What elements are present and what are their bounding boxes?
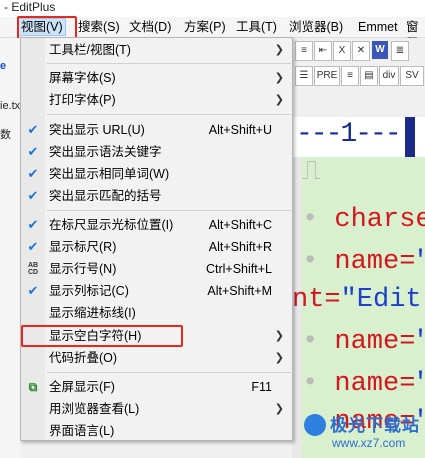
menu-separator — [47, 372, 291, 373]
toolbar-button[interactable]: ≣ — [391, 41, 409, 61]
watermark-name: 极光下载站 — [330, 416, 420, 435]
menu-item-ui-language[interactable]: 界面语言(L) — [21, 420, 292, 442]
toolbar-button[interactable]: ≡ — [341, 66, 359, 86]
checkmark-icon: ✔ — [27, 188, 39, 203]
toolbar-button[interactable]: ▤ — [360, 66, 378, 86]
toolbar-button[interactable]: ☰ — [295, 66, 313, 86]
menu-item-print-font[interactable]: 打印字体(P) ❯ — [21, 89, 292, 111]
menu-search[interactable]: 搜索(S) — [76, 19, 122, 35]
menu-item-toolbar-view[interactable]: 工具栏/视图(T) ❯ — [21, 39, 292, 61]
checkmark-icon: ✔ — [27, 283, 39, 298]
submenu-arrow-icon: ❯ — [274, 330, 284, 342]
checkmark-icon: ✔ — [27, 239, 39, 254]
toolbar-button-pre[interactable]: PRE — [314, 66, 340, 86]
menu-project[interactable]: 方案(P) — [182, 19, 228, 35]
code-line: nt="Edit — [292, 285, 422, 315]
menu-item-highlight-brackets[interactable]: ✔ 突出显示匹配的括号 — [21, 185, 292, 207]
menu-item-fullscreen[interactable]: ⧉ 全屏显示(F) F11 — [21, 376, 292, 398]
toolbar-button[interactable]: ≡ — [295, 41, 313, 61]
menu-separator — [47, 210, 291, 211]
left-panel-label: 数 — [0, 129, 11, 141]
left-panel: e ie.txt 数 — [0, 38, 23, 458]
code-line: • name="c — [302, 247, 425, 277]
menu-item-show-ruler[interactable]: ✔ 显示标尺(R) Alt+Shift+R — [21, 236, 292, 258]
window-title: - EditPlus — [4, 0, 56, 14]
toolbar-button[interactable]: W — [372, 41, 388, 59]
checkmark-icon: ✔ — [27, 166, 39, 181]
left-panel-item[interactable]: e — [0, 60, 6, 72]
checkmark-icon: ✔ — [27, 217, 39, 232]
menu-item-highlight-words[interactable]: ✔ 突出显示相同单词(W) — [21, 163, 292, 185]
watermark: 极光下载站 www.xz7.com — [300, 408, 425, 458]
submenu-arrow-icon: ❯ — [274, 352, 284, 364]
menu-browser[interactable]: 浏览器(B) — [287, 19, 345, 35]
menu-item-highlight-url[interactable]: ✔ 突出显示 URL(U) Alt+Shift+U — [21, 119, 292, 141]
code-line: • name="I — [302, 369, 425, 399]
fullscreen-icon: ⧉ — [28, 380, 38, 394]
menu-document[interactable]: 文档(D) — [127, 19, 173, 35]
toolbar: ≡ ⇤ X ✕ W ≣ ☰ PRE ≡ ▤ div SV — [292, 38, 425, 90]
title-bar: - EditPlus — [0, 0, 425, 17]
submenu-arrow-icon: ❯ — [274, 94, 284, 106]
code-line: • name="A — [302, 327, 425, 357]
checkmark-icon: ✔ — [27, 144, 39, 159]
toolbar-button[interactable]: ⇤ — [314, 41, 332, 61]
toolbar-button-div[interactable]: div — [379, 66, 399, 86]
menu-separator — [47, 63, 291, 64]
toolbar-button[interactable]: X — [333, 41, 351, 61]
menu-item-ruler-cursor[interactable]: ✔ 在标尺显示光标位置(I) Alt+Shift+C — [21, 214, 292, 236]
whitespace-highlight-box — [21, 325, 183, 347]
menu-separator — [47, 114, 291, 115]
menu-emmet[interactable]: Emmet — [356, 19, 400, 35]
code-line: • charset — [302, 205, 425, 235]
watermark-url: www.xz7.com — [332, 436, 406, 450]
watermark-logo-icon — [304, 414, 326, 436]
submenu-arrow-icon: ❯ — [274, 44, 284, 56]
line-number-icon: AB CD — [27, 262, 39, 276]
menu-item-view-in-browser[interactable]: 用浏览器查看(L) ❯ — [21, 398, 292, 420]
checkmark-icon: ✔ — [27, 122, 39, 137]
menu-item-code-folding[interactable]: 代码折叠(O) ❯ — [21, 347, 292, 369]
ruler-cursor-marker — [405, 117, 415, 157]
code-line-partial: ⎍ — [302, 158, 321, 188]
menu-item-indent-guides[interactable]: 显示缩进标线(I) — [21, 302, 292, 324]
submenu-arrow-icon: ❯ — [274, 72, 284, 84]
ruler-marks: ---1--- — [296, 119, 402, 150]
ruler: ---1--- — [292, 117, 425, 157]
menu-item-line-numbers[interactable]: AB CD 显示行号(N) Ctrl+Shift+L — [21, 258, 292, 280]
menu-item-screen-font[interactable]: 屏幕字体(S) ❯ — [21, 67, 292, 89]
toolbar-button-sv[interactable]: SV — [400, 66, 424, 86]
view-menu-dropdown: 工具栏/视图(T) ❯ 屏幕字体(S) ❯ 打印字体(P) ❯ ✔ 突出显示 U… — [20, 37, 293, 441]
menu-tools[interactable]: 工具(T) — [234, 19, 279, 35]
submenu-arrow-icon: ❯ — [274, 403, 284, 415]
menu-item-highlight-syntax[interactable]: ✔ 突出显示语法关键字 — [21, 141, 292, 163]
menu-item-column-marker[interactable]: ✔ 显示列标记(C) Alt+Shift+M — [21, 280, 292, 302]
menu-window[interactable]: 窗口 — [404, 19, 425, 50]
toolbar-button[interactable]: ✕ — [352, 41, 370, 61]
